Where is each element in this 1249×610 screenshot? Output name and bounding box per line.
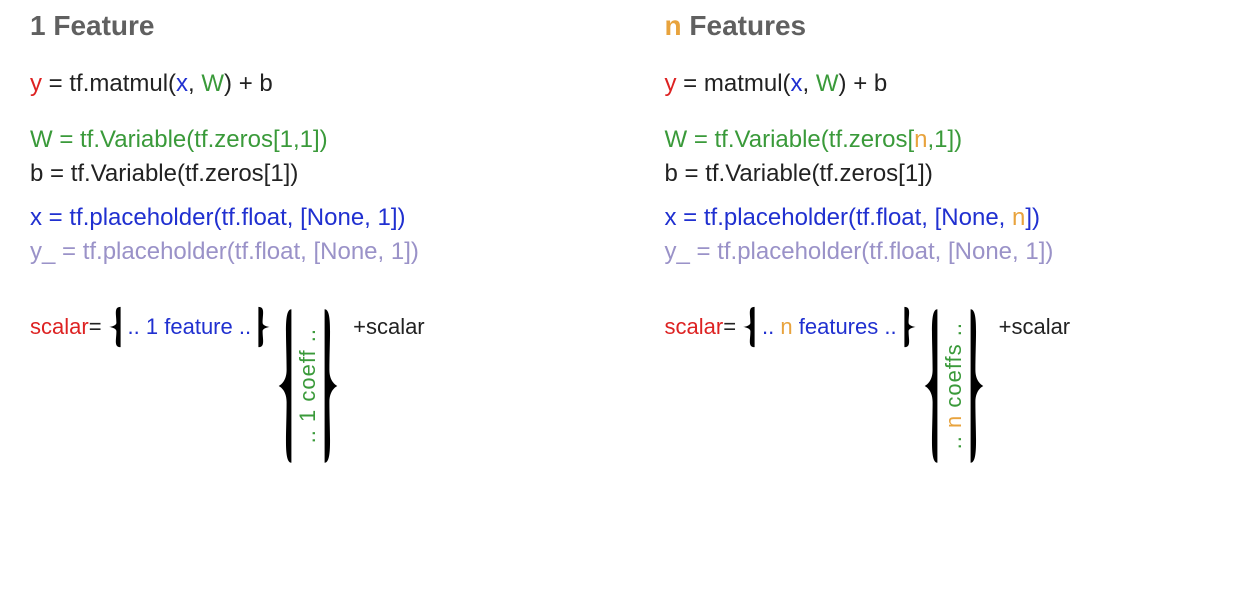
var-b: b [874, 70, 887, 97]
equals: = [89, 314, 102, 340]
def-b: b = tf.Variable(tf.zeros[1]) [665, 160, 1220, 188]
brace-left-icon [742, 306, 756, 348]
lhs-scalar: scalar [665, 314, 724, 340]
var-y: y [665, 70, 677, 97]
def-y_: y_ = tf.placeholder(tf.float, [None, 1]) [665, 238, 1220, 266]
def-x: x = tf.placeholder(tf.float, [None, n]) [665, 204, 1220, 232]
def-x-post: ]) [1025, 204, 1040, 231]
row-accent: n [780, 314, 792, 339]
col-accent: 1 [295, 409, 320, 422]
col-prefix: .. [295, 422, 320, 443]
def-x-n: n [1012, 204, 1025, 231]
row-accent: 1 [146, 314, 158, 339]
row-vector: .. 1 feature .. [108, 306, 272, 348]
row-vector: .. n features .. [742, 306, 917, 348]
close-plus: ) + [839, 70, 874, 97]
brace-right-icon [903, 306, 917, 348]
brace-right-icon [323, 306, 339, 466]
fn-matmul: matmul( [704, 70, 791, 97]
brace-right-icon [969, 306, 985, 466]
def-x: x = tf.placeholder(tf.float, [None, 1]) [30, 204, 585, 232]
heading-text: Features [682, 10, 807, 41]
col-vector: .. n coeffs .. [923, 306, 985, 466]
lhs-scalar: scalar [30, 314, 89, 340]
def-W-post: ,1]) [928, 126, 963, 153]
heading-text: Feature [46, 10, 155, 41]
col-accent: n [941, 415, 966, 428]
heading-number: n [665, 10, 682, 41]
rhs-scalar: scalar [366, 314, 425, 340]
plus: + [999, 314, 1012, 340]
brace-left-icon [923, 306, 939, 466]
equals: = [723, 314, 736, 340]
brace-right-icon [257, 306, 271, 348]
var-W: W [201, 70, 224, 97]
row-suffix: feature .. [158, 314, 251, 339]
equals: = [677, 70, 704, 97]
row-suffix: features .. [793, 314, 897, 339]
heading-n-features: n Features [665, 10, 1220, 42]
def-x-pre: x = tf.placeholder(tf.float, [None, [665, 204, 1013, 231]
def-y_: y_ = tf.placeholder(tf.float, [None, 1]) [30, 238, 585, 266]
right-column: n Features y = matmul(x, W) + b W = tf.V… [655, 10, 1230, 466]
sep: , [803, 70, 816, 97]
brace-left-icon [277, 306, 293, 466]
var-x: x [791, 70, 803, 97]
schematic-n-features: scalar = .. n features .. .. n coeffs ..… [665, 306, 1220, 466]
var-b: b [259, 70, 272, 97]
def-b: b = tf.Variable(tf.zeros[1]) [30, 160, 585, 188]
col-vector: .. 1 coeff .. [277, 306, 339, 466]
schematic-1-feature: scalar = .. 1 feature .. .. 1 coeff .. + [30, 306, 585, 466]
sep: , [188, 70, 201, 97]
equation-y: y = matmul(x, W) + b [665, 70, 1220, 98]
rhs-scalar: scalar [1011, 314, 1070, 340]
var-y: y [30, 70, 42, 97]
var-W: W [816, 70, 839, 97]
equation-y: y = tf.matmul(x, W) + b [30, 70, 585, 98]
plus: + [353, 314, 366, 340]
def-W-pre: W = tf.Variable(tf.zeros[ [665, 126, 915, 153]
def-W-n: n [914, 126, 927, 153]
heading-1-feature: 1 Feature [30, 10, 585, 42]
def-W: W = tf.Variable(tf.zeros[1,1]) [30, 126, 585, 154]
brace-left-icon [108, 306, 122, 348]
var-x: x [176, 70, 188, 97]
left-column: 1 Feature y = tf.matmul(x, W) + b W = tf… [20, 10, 595, 466]
fn-matmul: tf.matmul( [69, 70, 176, 97]
heading-number: 1 [30, 10, 46, 41]
col-prefix: .. [941, 428, 966, 449]
close-plus: ) + [224, 70, 259, 97]
col-suffix: coeff .. [295, 328, 320, 409]
equals: = [42, 70, 69, 97]
col-suffix: coeffs .. [941, 322, 966, 415]
def-W: W = tf.Variable(tf.zeros[n,1]) [665, 126, 1220, 154]
row-prefix: .. [762, 314, 780, 339]
row-prefix: .. [128, 314, 146, 339]
